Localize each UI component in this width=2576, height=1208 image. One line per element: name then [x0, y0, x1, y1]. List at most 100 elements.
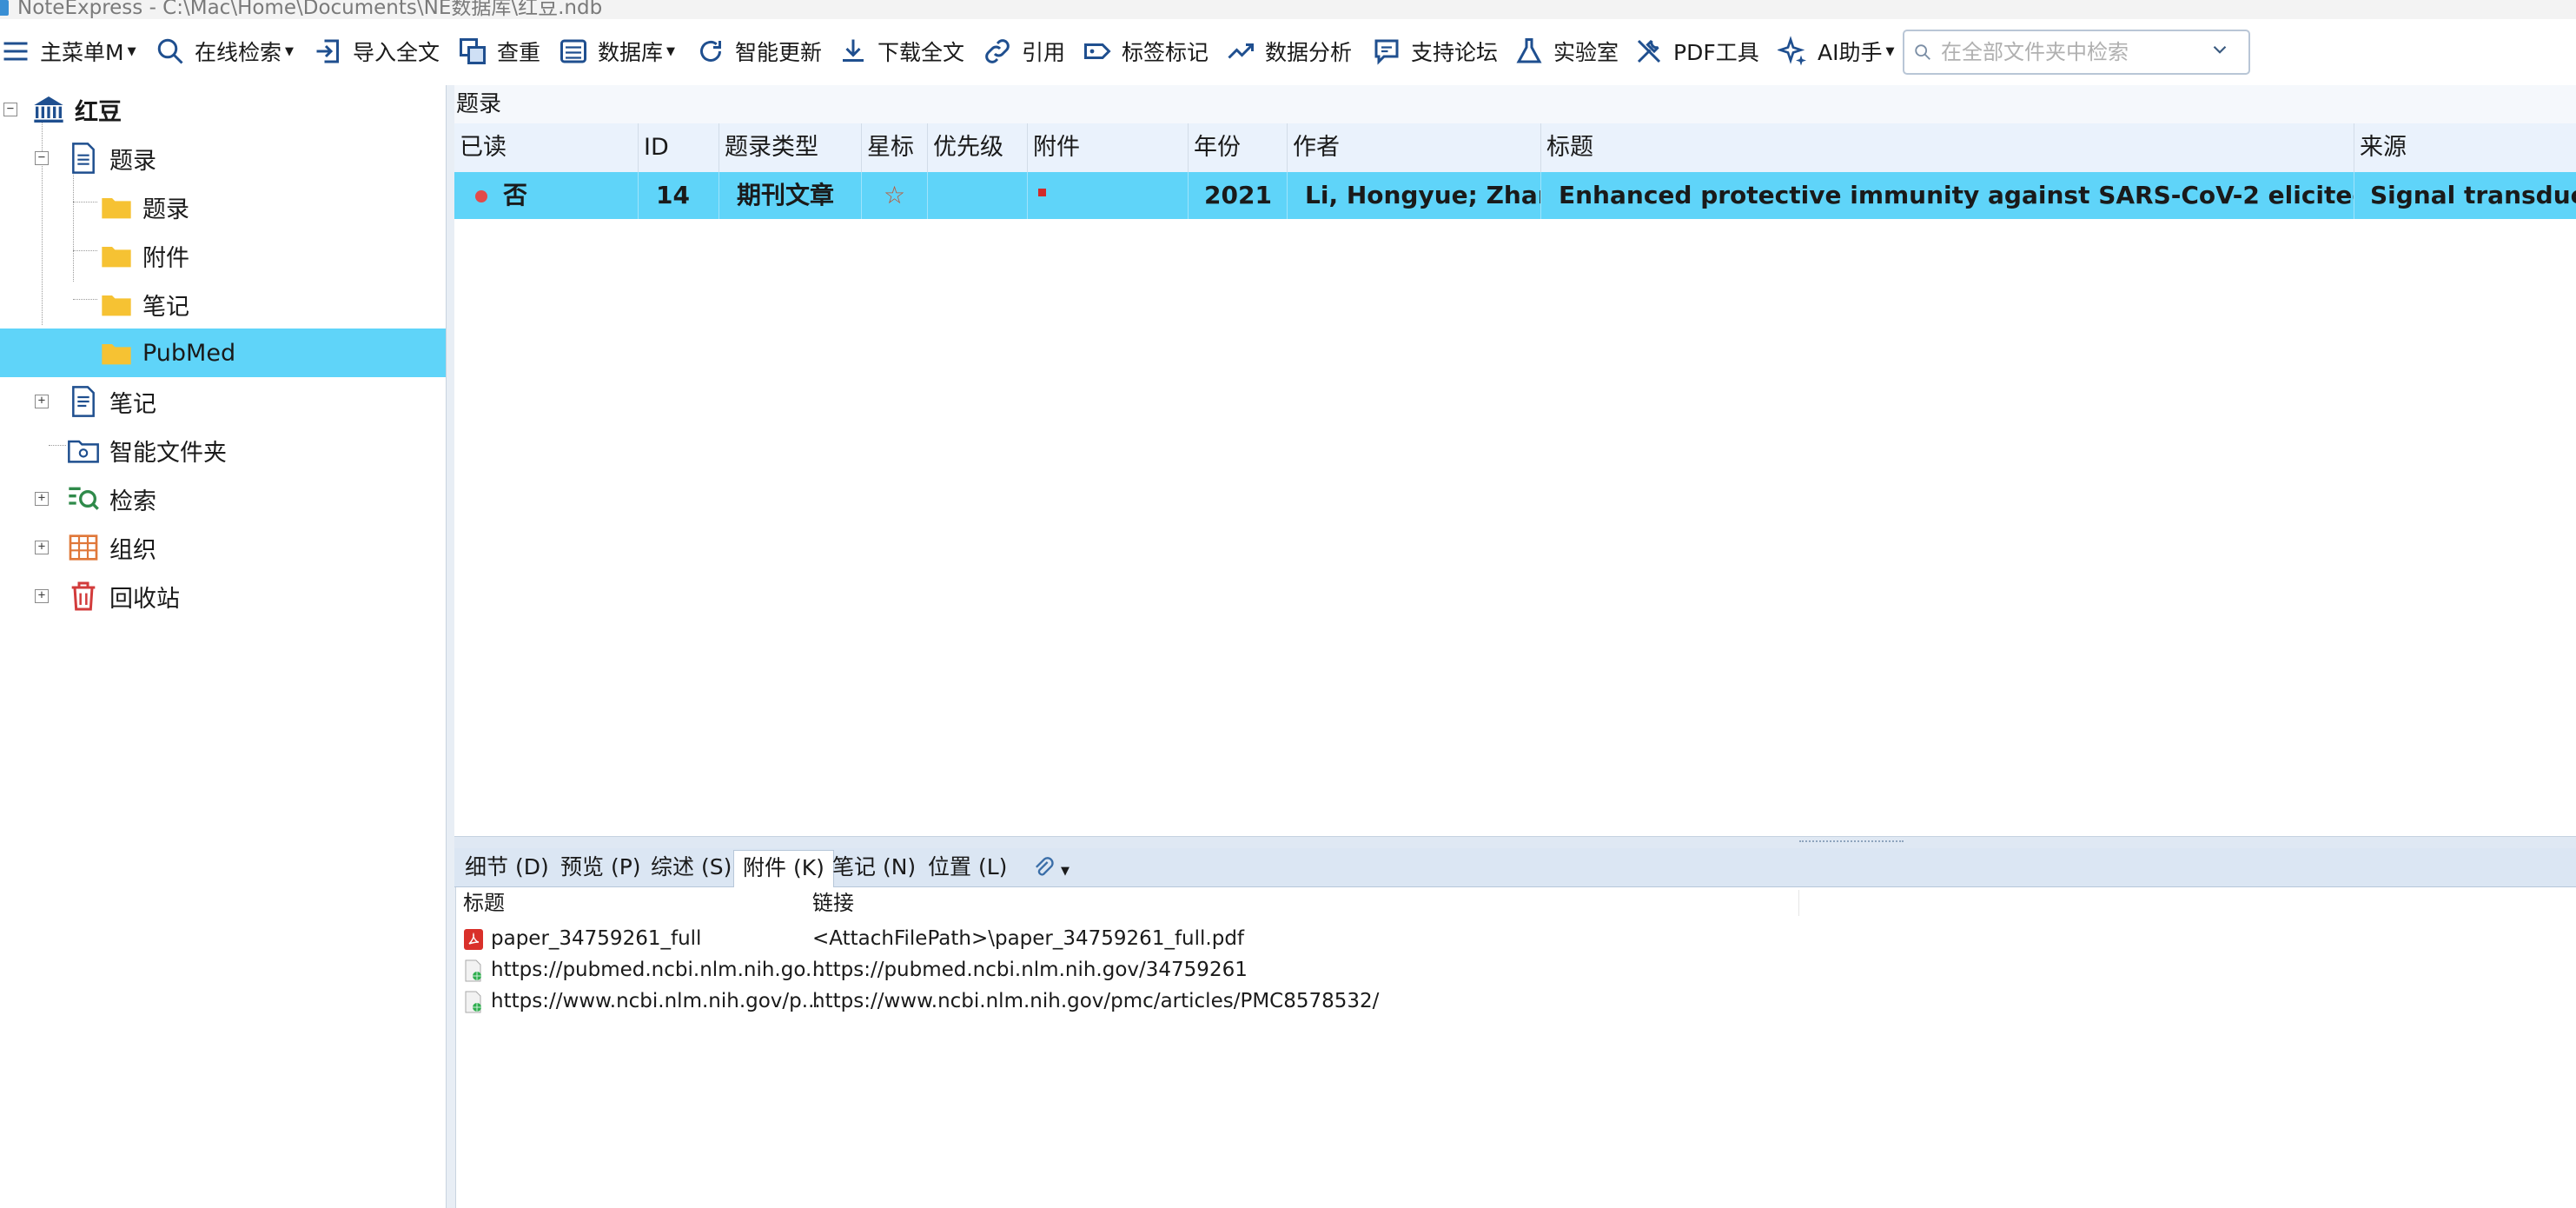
column-header-row: 已读 ID 题录类型 星标 优先级 附件 年份 作者 标题 来源: [454, 123, 2576, 173]
tab-attachments[interactable]: 附件 (K): [733, 850, 834, 887]
horizontal-splitter[interactable]: [454, 836, 2576, 849]
search-list-icon: [69, 487, 99, 510]
column-title[interactable]: 标题: [1541, 123, 2354, 172]
cell-attachment: [1028, 172, 1189, 219]
cell-type: 期刊文章: [719, 172, 862, 219]
column-type[interactable]: 题录类型: [719, 123, 862, 172]
link-icon: [985, 39, 1010, 63]
organize-icon: [69, 534, 98, 561]
data-analysis-button[interactable]: 数据分析: [1225, 33, 1352, 70]
expand-icon[interactable]: +: [35, 589, 49, 603]
column-priority[interactable]: 优先级: [928, 123, 1028, 172]
tab-location[interactable]: 位置 (L): [919, 850, 1016, 885]
document-icon: [72, 143, 95, 174]
refresh-icon: [700, 40, 721, 62]
search-input[interactable]: [1939, 39, 2221, 65]
chevron-down-icon[interactable]: [2208, 38, 2231, 61]
tree-item-notes[interactable]: + 笔记: [0, 377, 446, 426]
folder-icon: [102, 198, 131, 219]
dedupe-button[interactable]: 查重: [457, 33, 540, 70]
star-icon[interactable]: ☆: [862, 172, 928, 219]
web-link-icon: [465, 991, 481, 1013]
tree-item-pubmed[interactable]: PubMed: [0, 329, 446, 377]
expand-icon[interactable]: +: [35, 541, 49, 554]
main-menu-button[interactable]: 主菜单M ▼: [0, 33, 136, 70]
list-pane-title: 题录: [454, 85, 2576, 123]
unread-dot-icon: [475, 190, 487, 202]
database-button[interactable]: 数据库 ▼: [558, 33, 675, 70]
tree-item-attachments[interactable]: 附件: [0, 231, 446, 280]
attachment-link: https://pubmed.ncbi.nlm.nih.gov/34759261: [812, 959, 1248, 981]
import-icon: [316, 39, 339, 63]
collapse-icon[interactable]: −: [35, 151, 49, 165]
folder-icon: [102, 344, 131, 365]
collapse-icon[interactable]: −: [3, 103, 17, 116]
tab-summary[interactable]: 综述 (S): [642, 850, 740, 885]
support-forum-button[interactable]: 支持论坛: [1371, 33, 1498, 70]
attachment-row[interactable]: https://www.ncbi.nlm.nih.gov/p... https:…: [454, 986, 2576, 1017]
tab-notes[interactable]: 笔记 (N): [824, 850, 924, 885]
tag-icon: [1084, 43, 1111, 59]
attachment-header: 标题 链接: [454, 886, 2576, 919]
tools-icon: [1637, 39, 1661, 63]
cite-button[interactable]: 引用: [982, 33, 1065, 70]
splitter-grip-icon: [1799, 840, 1904, 846]
tree-root[interactable]: − 红豆: [0, 85, 446, 134]
trash-icon: [71, 581, 96, 611]
tree-item-smart-folder[interactable]: 智能文件夹: [0, 426, 446, 475]
chart-icon: [1228, 43, 1254, 59]
cell-read: 否: [454, 172, 639, 219]
lab-button[interactable]: 实验室: [1513, 33, 1619, 70]
column-year[interactable]: 年份: [1189, 123, 1288, 172]
tag-mark-button[interactable]: 标签标记: [1082, 33, 1209, 70]
column-star[interactable]: 星标: [862, 123, 928, 172]
download-icon: [843, 39, 864, 62]
tree-item-organize[interactable]: + 组织: [0, 523, 446, 572]
tree-item-search[interactable]: + 检索: [0, 475, 446, 523]
cell-title: Enhanced protective immunity against SAR…: [1541, 172, 2354, 219]
column-author[interactable]: 作者: [1288, 123, 1541, 172]
list-empty-area: [454, 219, 2576, 836]
window-title: NoteExpress - C:\Mac\Home\Documents\NE数据…: [17, 0, 603, 19]
attach-col-link[interactable]: 链接: [812, 886, 854, 919]
sparkle-icon: [1778, 36, 1806, 66]
download-fulltext-button[interactable]: 下载全文: [838, 33, 964, 70]
tab-details[interactable]: 细节 (D): [456, 850, 558, 885]
attach-add-button[interactable]: ▼: [1028, 850, 1073, 885]
pdf-icon: [464, 929, 483, 950]
attachment-title: https://www.ncbi.nlm.nih.gov/p...: [491, 990, 821, 1012]
app-icon: [0, 0, 9, 16]
attachment-row[interactable]: paper_34759261_full <AttachFilePath>\pap…: [454, 923, 2576, 954]
column-attachment[interactable]: 附件: [1028, 123, 1189, 172]
expand-icon[interactable]: +: [35, 395, 49, 408]
cell-id: 14: [639, 172, 719, 219]
search-icon: [157, 38, 183, 64]
import-fulltext-button[interactable]: 导入全文: [313, 33, 440, 70]
attachment-link: https://www.ncbi.nlm.nih.gov/pmc/article…: [812, 990, 1380, 1012]
cell-year: 2021: [1189, 172, 1288, 219]
cell-priority: [928, 172, 1028, 219]
attachment-row[interactable]: https://pubmed.ncbi.nlm.nih.go... https:…: [454, 954, 2576, 986]
online-search-button[interactable]: 在线检索 ▼: [155, 33, 294, 70]
pdf-tools-button[interactable]: PDF工具: [1633, 33, 1759, 70]
smart-update-button[interactable]: 智能更新: [695, 33, 822, 70]
tree-item-sub-records[interactable]: 题录: [0, 183, 446, 231]
table-row[interactable]: 否 14 期刊文章 ☆ 2021 Li, Hongyue; Zhan... En…: [454, 172, 2576, 219]
tab-preview[interactable]: 预览 (P): [552, 850, 650, 885]
cell-author: Li, Hongyue; Zhan...: [1288, 172, 1541, 219]
tree-item-recycle-bin[interactable]: + 回收站: [0, 572, 446, 621]
ai-assistant-button[interactable]: AI助手 ▼: [1778, 33, 1894, 70]
attach-col-title[interactable]: 标题: [463, 886, 505, 919]
expand-icon[interactable]: +: [35, 492, 49, 506]
forum-icon: [1374, 39, 1399, 65]
column-id[interactable]: ID: [639, 123, 719, 172]
duplicate-icon: [460, 38, 486, 64]
folder-icon: [102, 295, 131, 316]
column-source[interactable]: 来源: [2354, 123, 2576, 172]
column-read[interactable]: 已读: [454, 123, 639, 172]
tree-item-notes-folder[interactable]: 笔记: [0, 280, 446, 329]
search-icon: [1915, 44, 1930, 60]
attachment-title: paper_34759261_full: [491, 927, 702, 950]
menu-icon: [3, 42, 28, 61]
tree-item-records[interactable]: − 题录: [0, 134, 446, 183]
